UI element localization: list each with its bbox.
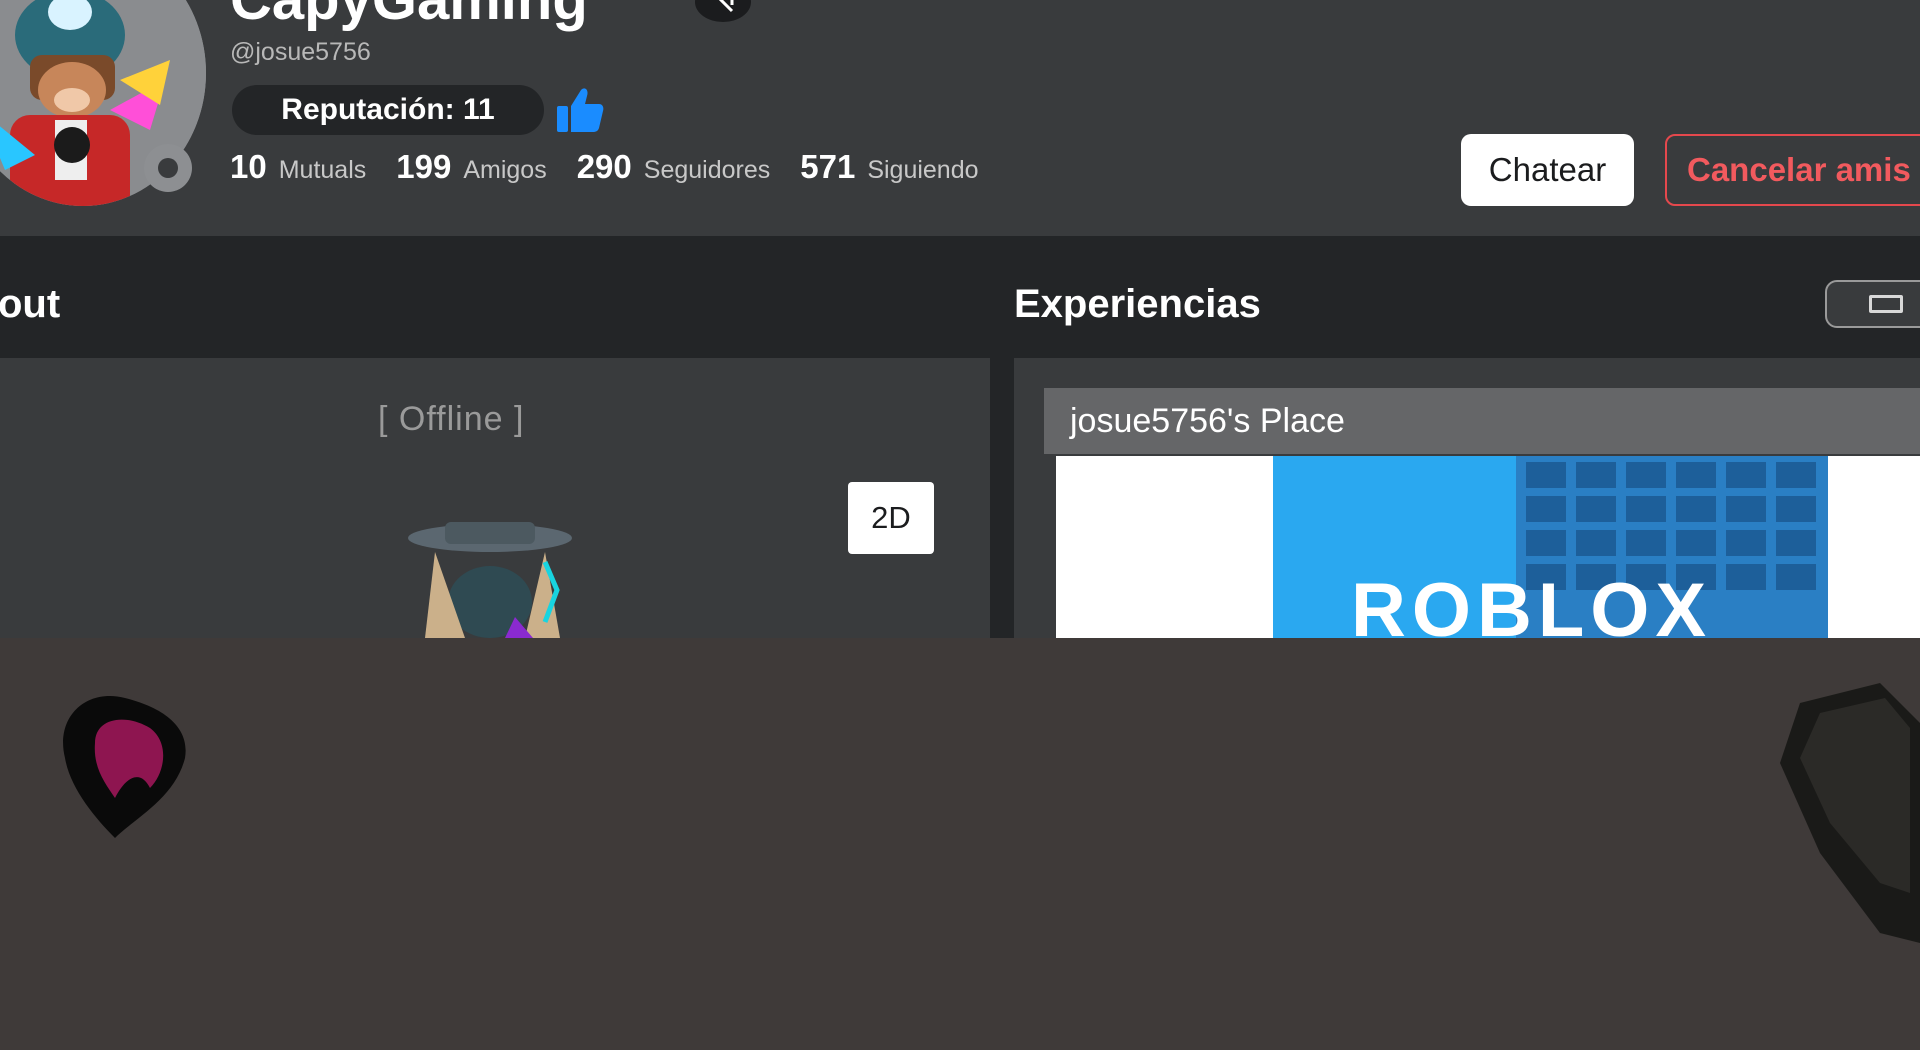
verified-badge-icon <box>695 0 751 22</box>
place-thumbnail[interactable]: ROBLOX <box>1056 456 1920 638</box>
stat-value: 571 <box>800 148 856 185</box>
toggle-2d-button[interactable]: 2D <box>848 482 934 554</box>
roblox-logo-text: ROBLOX <box>1351 568 1712 638</box>
avatar-3d-render[interactable] <box>395 512 585 638</box>
cancel-friendship-button[interactable]: Cancelar amis <box>1665 134 1920 206</box>
reputation-badge: Reputación: 11 <box>232 85 544 135</box>
profile-stats: 10 Mutuals 199 Amigos 290 Seguidores 571… <box>230 148 1009 188</box>
view-mode-icon <box>1869 295 1903 313</box>
stat-value: 199 <box>396 148 452 185</box>
pink-gem-icon <box>63 696 186 838</box>
stat-label: Siguiendo <box>867 156 979 184</box>
stat-value: 290 <box>576 148 632 185</box>
profile-header: CapyGaming @josue5756 Reputación: 11 10 … <box>0 0 1920 236</box>
about-title: out <box>0 282 61 326</box>
thumbs-up-icon[interactable] <box>555 86 605 134</box>
lower-overlay <box>0 638 1920 1050</box>
stat-friends[interactable]: 199 Amigos <box>396 148 546 186</box>
stat-following[interactable]: 571 Siguiendo <box>800 148 978 186</box>
username: @josue5756 <box>230 38 371 66</box>
stat-label: Mutuals <box>278 156 367 184</box>
place-title[interactable]: josue5756's Place <box>1044 388 1920 454</box>
stat-mutuals[interactable]: 10 Mutuals <box>230 148 366 186</box>
experiences-title: Experiencias <box>1014 282 1261 326</box>
chat-button[interactable]: Chatear <box>1461 134 1634 206</box>
presence-offline-icon <box>144 144 192 192</box>
stat-followers[interactable]: 290 Seguidores <box>577 148 771 186</box>
display-name: CapyGaming <box>230 0 588 30</box>
stat-label: Amigos <box>463 156 547 184</box>
presence-status: [ Offline ] <box>378 400 525 438</box>
dark-boot-icon <box>1780 683 1920 943</box>
grid-view-toggle[interactable] <box>1825 280 1920 328</box>
stat-label: Seguidores <box>643 156 771 184</box>
stat-value: 10 <box>230 148 267 185</box>
roblox-profile-page: CapyGaming @josue5756 Reputación: 11 10 … <box>0 0 1920 1050</box>
